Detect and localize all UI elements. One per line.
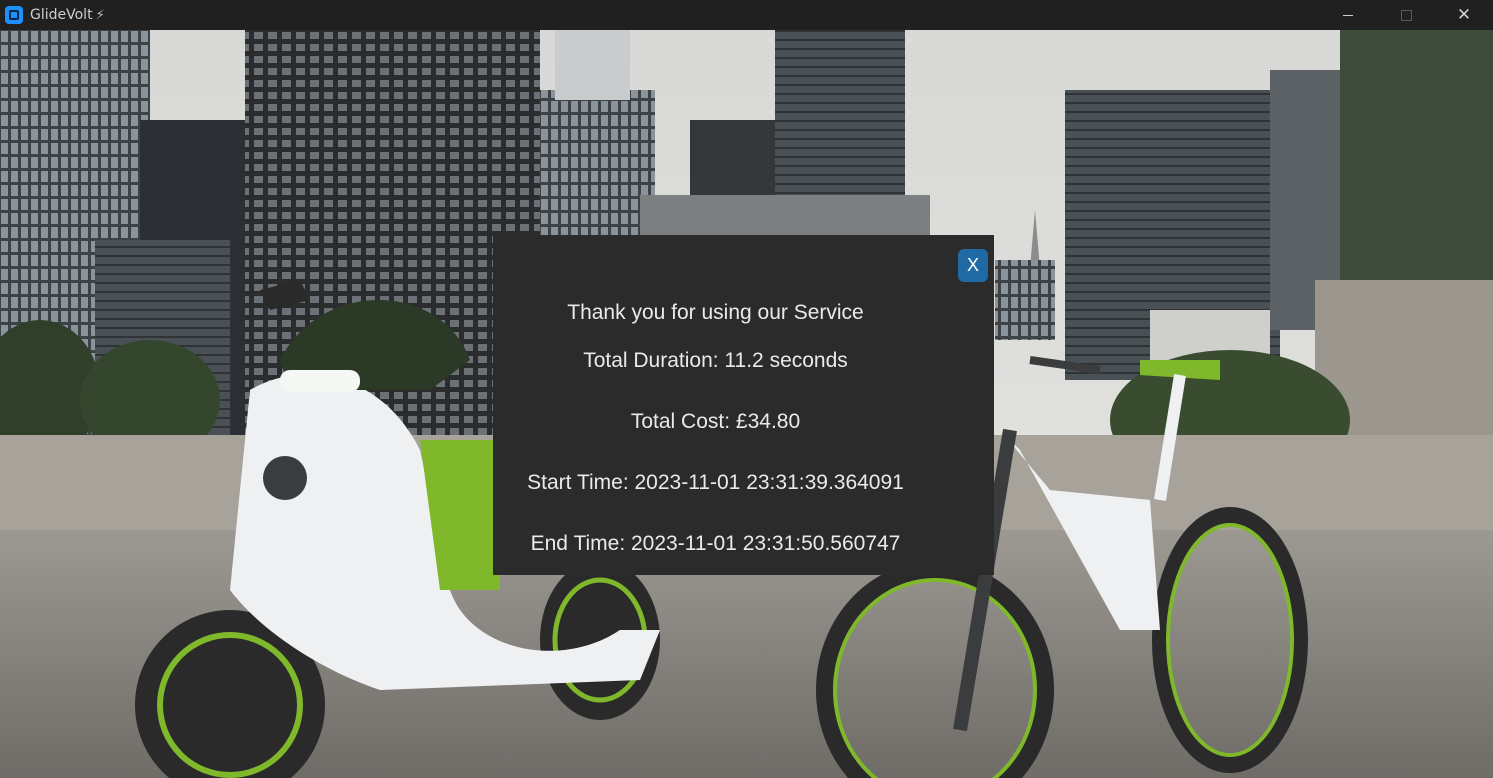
scooter-logo — [263, 456, 307, 500]
building — [555, 30, 630, 100]
dialog-close-button[interactable]: X — [958, 249, 988, 282]
total-cost: Total Cost: £34.80 — [630, 410, 801, 433]
maximize-icon — [1400, 9, 1412, 21]
bolt-icon: ⚡︎ — [95, 7, 105, 23]
close-icon: ✕ — [1456, 4, 1472, 25]
start-time: Start Time: 2023-11-01 23:31:39.364091 — [527, 471, 904, 494]
minimize-icon — [1343, 14, 1353, 16]
thank-you-message: Thank you for using our Service — [567, 301, 864, 324]
title-bar[interactable]: GlideVolt ⚡︎ ✕ — [0, 0, 1493, 30]
window-close-button[interactable]: ✕ — [1435, 0, 1493, 30]
maximize-button[interactable] — [1377, 0, 1435, 30]
trip-summary-dialog: X Thank you for using our Service Total … — [493, 235, 994, 575]
window-controls: ✕ — [1319, 0, 1493, 30]
building — [995, 260, 1055, 340]
app-window: GlideVolt ⚡︎ ✕ X Thank you for using our… — [0, 0, 1493, 778]
app-logo-icon — [5, 6, 23, 24]
total-duration: Total Duration: 11.2 seconds — [583, 349, 848, 372]
minimize-button[interactable] — [1319, 0, 1377, 30]
end-time: End Time: 2023-11-01 23:31:50.560747 — [530, 532, 901, 555]
building — [1340, 30, 1493, 300]
scooter-headlight — [280, 370, 360, 392]
window-title: GlideVolt — [30, 7, 93, 23]
